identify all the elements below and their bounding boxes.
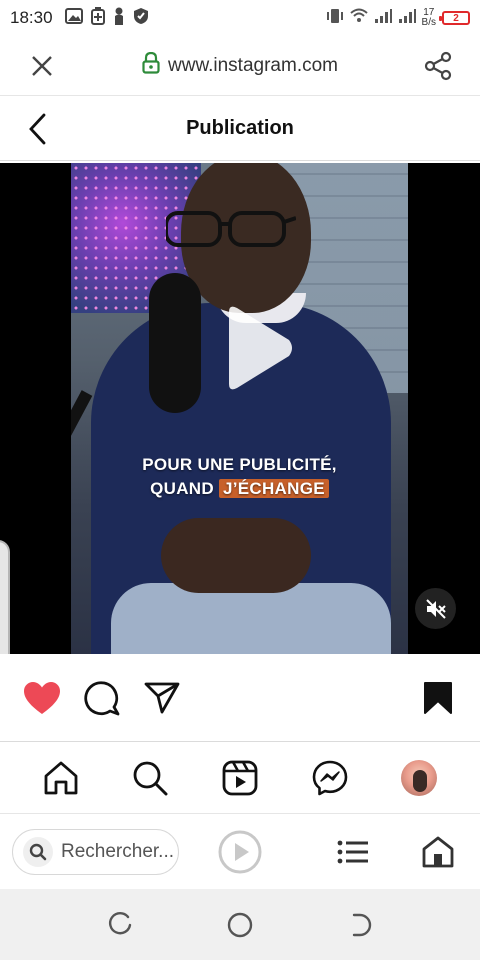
search-icon (23, 837, 53, 867)
browser-url-bar: www.instagram.com (0, 36, 480, 96)
caption-highlight: J’ÉCHANGE (218, 479, 329, 498)
status-time: 18:30 (10, 8, 53, 27)
signal-icon (398, 8, 416, 29)
play-circle-icon[interactable] (218, 830, 262, 874)
caption-line-2: QUAND J’ÉCHANGE (71, 477, 408, 501)
reels-icon (222, 760, 258, 795)
save-button[interactable] (418, 678, 458, 718)
person-icon (113, 7, 125, 30)
post-header: Publication (0, 97, 480, 161)
share-icon[interactable] (396, 51, 480, 81)
nav-messenger[interactable] (306, 754, 354, 802)
nav-search[interactable] (126, 754, 174, 802)
mic-arm (71, 390, 93, 626)
menu-list-icon[interactable] (336, 837, 372, 867)
status-bar: 18:30 17 B/s 2 (0, 0, 480, 36)
nav-reels[interactable] (216, 754, 264, 802)
send-icon (144, 682, 180, 714)
comment-button[interactable] (82, 678, 122, 718)
nav-profile[interactable] (395, 754, 443, 802)
caption-line-1: POUR UNE PUBLICITÉ, (142, 455, 337, 474)
close-icon[interactable] (0, 54, 84, 78)
bookmark-icon (424, 682, 452, 714)
instagram-nav (0, 742, 480, 814)
signal-icon (374, 8, 392, 29)
search-placeholder: Rechercher... (61, 841, 174, 862)
play-icon[interactable] (199, 298, 299, 398)
shield-icon (133, 7, 149, 30)
url-text: www.instagram.com (168, 54, 338, 76)
search-icon (133, 761, 168, 795)
microphone (149, 273, 201, 413)
home-icon (44, 761, 78, 794)
nav-home[interactable] (37, 754, 85, 802)
back-icon[interactable] (346, 911, 374, 939)
battery-saver-icon (90, 6, 105, 30)
page-title: Publication (186, 117, 294, 139)
browser-toolbar: Rechercher... (0, 815, 480, 889)
comment-icon (84, 681, 120, 716)
post-media[interactable]: POUR UNE PUBLICITÉ, QUAND J’ÉCHANGE (0, 163, 480, 654)
search-input[interactable]: Rechercher... (12, 829, 179, 875)
lock-icon (142, 51, 160, 80)
network-speed: 17 B/s (422, 8, 436, 28)
person-jeans (111, 583, 391, 654)
messenger-icon (312, 760, 347, 795)
battery-icon: 2 (439, 11, 470, 25)
share-button[interactable] (142, 678, 182, 718)
person-hands (161, 518, 311, 593)
speed-unit: B/s (421, 17, 436, 28)
caption-line-2-prefix: QUAND (150, 479, 219, 498)
recents-icon[interactable] (106, 911, 134, 939)
glasses-shape (166, 211, 296, 247)
avatar (401, 759, 438, 796)
vibrate-icon (326, 8, 344, 29)
video-frame[interactable]: POUR UNE PUBLICITÉ, QUAND J’ÉCHANGE (71, 163, 408, 654)
battery-level: 2 (453, 12, 459, 24)
gallery-icon (64, 7, 83, 29)
chevron-left-icon (29, 113, 46, 145)
system-navigation (0, 889, 480, 960)
back-button[interactable] (28, 113, 58, 145)
url-field[interactable]: www.instagram.com (84, 51, 396, 80)
wifi-icon (349, 8, 368, 29)
home-button-icon[interactable] (226, 911, 254, 939)
mute-button[interactable] (415, 588, 456, 629)
browser-home-icon[interactable] (420, 835, 456, 869)
video-caption: POUR UNE PUBLICITÉ, QUAND J’ÉCHANGE (71, 453, 408, 501)
speaker-muted-icon (425, 598, 446, 619)
post-actions (0, 654, 480, 742)
heart-icon (24, 682, 60, 714)
like-button[interactable] (22, 678, 62, 718)
